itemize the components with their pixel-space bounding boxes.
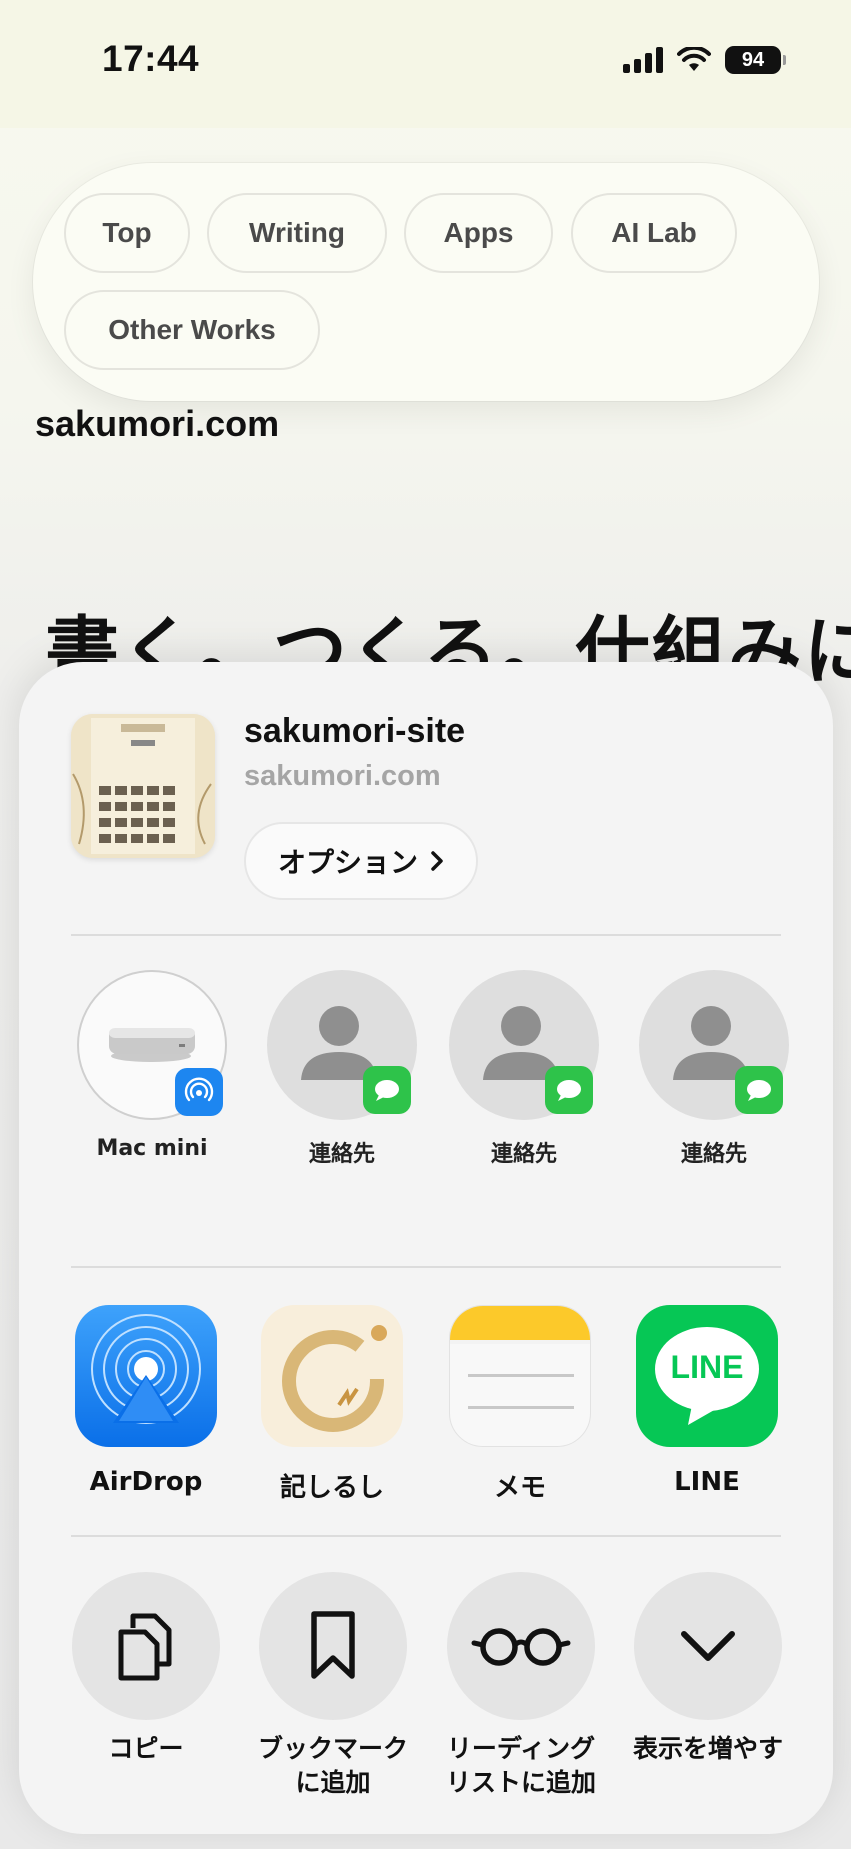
copy-button[interactable]: [72, 1572, 220, 1720]
share-sheet: sakumori-site sakumori.com オプション Mac min…: [19, 662, 833, 1834]
airdrop-badge: [175, 1068, 223, 1116]
action-label: コピー: [108, 1734, 184, 1763]
add-reading-list-button[interactable]: [447, 1572, 595, 1720]
chevron-right-icon: [431, 851, 443, 871]
show-more-button[interactable]: [634, 1572, 782, 1720]
person-label: 連絡先: [680, 1142, 747, 1167]
copy-icon: [118, 1613, 172, 1681]
shirushi-app-icon: [282, 1325, 387, 1432]
divider: [71, 934, 781, 936]
nav-ai-lab[interactable]: AI Lab: [571, 193, 737, 273]
divider: [71, 1535, 781, 1537]
contact-target[interactable]: [639, 970, 789, 1120]
site-name[interactable]: sakumori.com: [35, 403, 279, 445]
status-icons: 94: [623, 46, 786, 74]
action-label: 表示を増やす: [632, 1734, 783, 1763]
chevron-down-icon: [681, 1631, 735, 1661]
options-button[interactable]: オプション: [244, 822, 478, 900]
notes-icon: [450, 1306, 590, 1409]
status-bar: 17:44 94: [0, 0, 851, 128]
battery-icon: 94: [725, 46, 786, 74]
shirushi-app[interactable]: [261, 1305, 403, 1447]
share-title: sakumori-site: [244, 712, 466, 750]
airdrop-icon: [91, 1314, 201, 1424]
glasses-icon: [471, 1628, 571, 1666]
notes-app[interactable]: [449, 1305, 591, 1447]
nav-other-works[interactable]: Other Works: [64, 290, 320, 370]
share-subtitle: sakumori.com: [244, 760, 441, 792]
airdrop-target-mac-mini[interactable]: [77, 970, 227, 1120]
page-thumbnail: [71, 714, 215, 858]
line-logo-text: LINE: [670, 1349, 744, 1385]
action-label: ブックマーク に追加: [257, 1734, 408, 1797]
app-label: LINE: [674, 1467, 740, 1497]
status-time: 17:44: [102, 38, 200, 79]
contact-target[interactable]: [267, 970, 417, 1120]
add-bookmark-button[interactable]: [259, 1572, 407, 1720]
app-label: AirDrop: [89, 1467, 203, 1497]
wifi-icon: [677, 47, 711, 71]
messages-badge: [735, 1066, 783, 1114]
nav-top[interactable]: Top: [64, 193, 190, 273]
person-label: Mac mini: [96, 1136, 208, 1161]
cellular-signal-icon: [623, 47, 663, 73]
action-label: リーディング リストに追加: [445, 1734, 596, 1797]
nav-writing[interactable]: Writing: [207, 193, 387, 273]
airdrop-app[interactable]: [75, 1305, 217, 1447]
contact-target[interactable]: [449, 970, 599, 1120]
person-label: 連絡先: [308, 1142, 375, 1167]
messages-badge: [545, 1066, 593, 1114]
divider: [71, 1266, 781, 1268]
app-label: メモ: [493, 1473, 546, 1503]
site-nav: Top Writing Apps AI Lab Other Works: [33, 163, 819, 401]
line-app[interactable]: LINE: [636, 1305, 778, 1447]
options-label: オプション: [277, 846, 418, 879]
messages-badge: [363, 1066, 411, 1114]
bookmark-icon: [311, 1611, 355, 1679]
app-label: 記しるし: [279, 1473, 384, 1503]
nav-apps[interactable]: Apps: [404, 193, 553, 273]
person-label: 連絡先: [490, 1142, 557, 1167]
